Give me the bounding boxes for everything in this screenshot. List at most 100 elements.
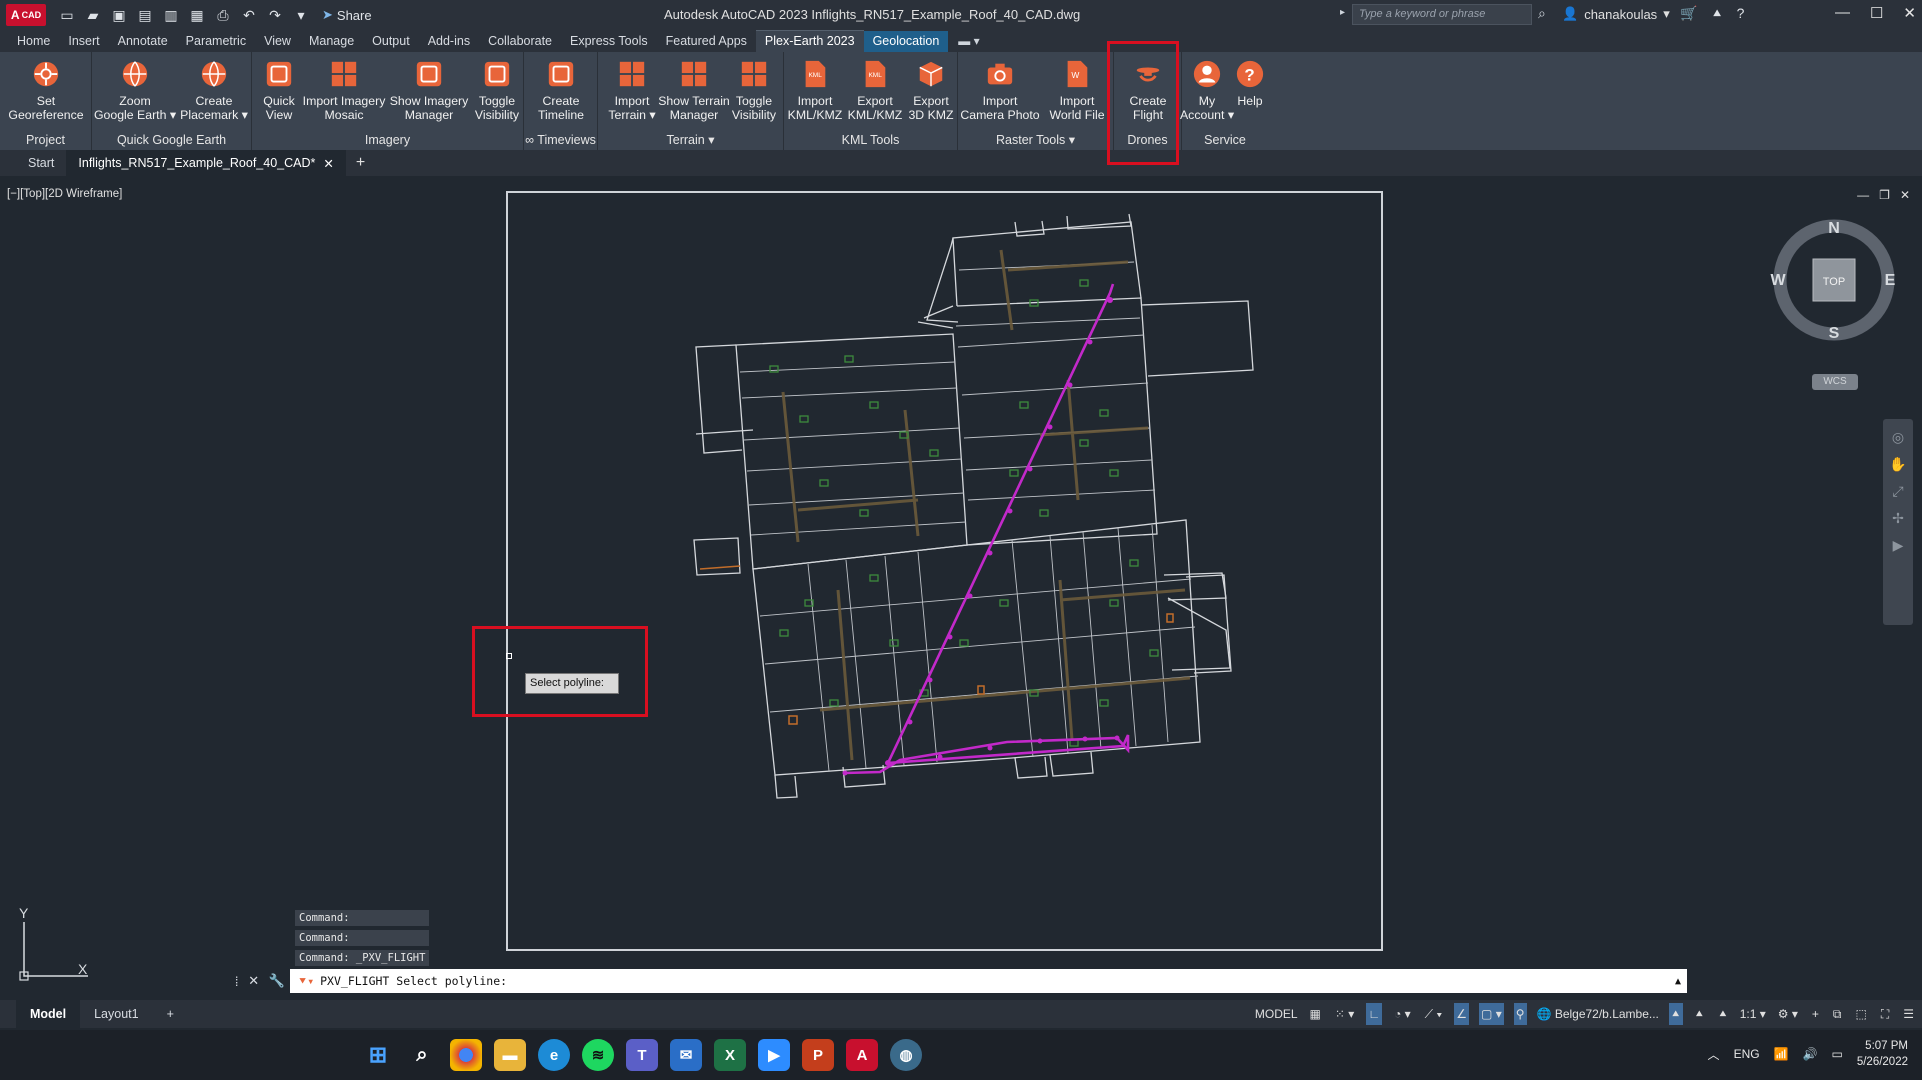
autodesk-app-icon[interactable]: ⯅ bbox=[1711, 5, 1722, 22]
language-indicator[interactable]: ENG bbox=[1734, 1047, 1760, 1061]
grid-icon[interactable]: ▦ bbox=[1308, 1003, 1323, 1025]
layout-tab-model[interactable]: Model bbox=[16, 1000, 81, 1028]
command-history-up-icon[interactable]: ▲ bbox=[1675, 976, 1681, 987]
annotation-monitor-icon[interactable]: + bbox=[1810, 1003, 1821, 1025]
open-web-icon[interactable]: ▥ bbox=[160, 4, 182, 26]
import-kml-kmz-button[interactable]: Import KML/KMZ bbox=[784, 58, 846, 122]
show-imagery-manager-button[interactable]: Show Imagery Manager bbox=[386, 58, 472, 122]
help-icon[interactable]: ? bbox=[1737, 5, 1745, 22]
ribbon-display-toggle-icon[interactable]: ▬ ▾ bbox=[958, 34, 979, 52]
layout-tab-layout1[interactable]: Layout1 bbox=[80, 1000, 152, 1028]
annotation-scale-value[interactable]: 1:1 ▾ bbox=[1740, 1007, 1766, 1021]
quick-properties-icon[interactable]: ⬚ bbox=[1853, 1003, 1868, 1025]
toggle-visibility-imagery-button[interactable]: Toggle Visibility bbox=[470, 58, 524, 122]
clean-screen-icon[interactable]: ⛶ bbox=[1879, 1003, 1891, 1025]
autocad-taskbar-icon[interactable]: A bbox=[846, 1039, 878, 1071]
customization-menu-icon[interactable]: ☰ bbox=[1901, 1003, 1916, 1025]
orbit-icon[interactable]: ✢ bbox=[1892, 510, 1904, 527]
customize-wrench-icon[interactable]: 🔧 bbox=[269, 973, 285, 989]
wcs-menu[interactable]: WCS bbox=[1812, 374, 1858, 390]
maximize-icon[interactable]: ☐ bbox=[1870, 4, 1883, 22]
viewcube[interactable]: TOP N S E W bbox=[1770, 216, 1898, 344]
annotation-scale-icon[interactable]: ⯅ bbox=[1716, 1003, 1730, 1025]
edge-icon[interactable]: e bbox=[538, 1039, 570, 1071]
save-icon[interactable]: ▣ bbox=[108, 4, 130, 26]
ortho-icon[interactable]: ∟ bbox=[1366, 1003, 1383, 1025]
tab-express-tools[interactable]: Express Tools bbox=[561, 31, 657, 52]
undo-icon[interactable]: ↶ bbox=[238, 4, 260, 26]
compass-east[interactable]: E bbox=[1885, 272, 1896, 289]
mail-icon[interactable]: ✉ bbox=[670, 1039, 702, 1071]
save-as-icon[interactable]: ▤ bbox=[134, 4, 156, 26]
file-tab-current[interactable]: Inflights_RN517_Example_Roof_40_CAD* ✕ bbox=[66, 150, 346, 176]
viewcube-face[interactable]: TOP bbox=[1823, 276, 1845, 288]
create-timeline-button[interactable]: Create Timeline bbox=[528, 58, 594, 122]
import-world-file-button[interactable]: W Import World File bbox=[1040, 58, 1114, 122]
isodraft-icon[interactable]: ⟋ ▾ bbox=[1423, 1003, 1445, 1025]
show-hidden-icons-icon[interactable]: ︿ bbox=[1708, 1046, 1720, 1063]
taskbar-search-icon[interactable]: ⌕ bbox=[406, 1039, 438, 1071]
spotify-icon[interactable]: ≋ bbox=[582, 1039, 614, 1071]
new-file-icon[interactable]: ▭ bbox=[56, 4, 78, 26]
quick-view-button[interactable]: Quick View bbox=[256, 58, 302, 122]
wifi-icon[interactable]: 📶 bbox=[1774, 1047, 1789, 1061]
showmotion-icon[interactable]: ▶ bbox=[1893, 537, 1904, 554]
panel-title-raster-tools[interactable]: Raster Tools ▾ bbox=[958, 132, 1113, 147]
import-terrain-button[interactable]: Import Terrain ▾ bbox=[602, 58, 662, 122]
export-kml-kmz-button[interactable]: Export KML/KMZ bbox=[844, 58, 906, 122]
zoom-icon[interactable]: ▶ bbox=[758, 1039, 790, 1071]
panel-title-terrain[interactable]: Terrain ▾ bbox=[598, 132, 783, 147]
plot-icon[interactable]: ⎙ bbox=[212, 4, 234, 26]
workspace-gear-icon[interactable]: ⚙ ▾ bbox=[1776, 1003, 1800, 1025]
create-placemark-button[interactable]: Create Placemark ▾ bbox=[176, 58, 252, 122]
model-space-toggle[interactable]: MODEL bbox=[1255, 1007, 1298, 1021]
units-icon[interactable]: ⧉ bbox=[1831, 1003, 1844, 1025]
minimize-icon[interactable]: — bbox=[1835, 4, 1850, 22]
redo-icon[interactable]: ↷ bbox=[264, 4, 286, 26]
tab-collaborate[interactable]: Collaborate bbox=[479, 31, 561, 52]
teams-icon[interactable]: T bbox=[626, 1039, 658, 1071]
tab-featured-apps[interactable]: Featured Apps bbox=[657, 31, 756, 52]
geolocation-marker-icon[interactable]: ⚲ bbox=[1513, 1003, 1527, 1025]
cart-icon[interactable]: 🛒 bbox=[1680, 5, 1697, 22]
show-terrain-manager-button[interactable]: Show Terrain Manager bbox=[658, 58, 730, 122]
tab-add-ins[interactable]: Add-ins bbox=[419, 31, 479, 52]
share-button[interactable]: ➤ Share bbox=[322, 7, 372, 23]
chrome-icon[interactable] bbox=[450, 1039, 482, 1071]
tab-parametric[interactable]: Parametric bbox=[177, 31, 255, 52]
tab-plex-earth[interactable]: Plex-Earth 2023 bbox=[755, 30, 864, 52]
pan-icon[interactable]: ✋ bbox=[1889, 456, 1906, 473]
volume-icon[interactable]: 🔊 bbox=[1803, 1047, 1818, 1061]
search-input[interactable]: Type a keyword or phrase bbox=[1352, 4, 1532, 25]
autocad-logo[interactable]: A CAD bbox=[6, 4, 46, 26]
annotation-visibility-icon[interactable]: ⯅ bbox=[1668, 1003, 1683, 1025]
zoom-google-earth-button[interactable]: Zoom Google Earth ▾ bbox=[94, 58, 176, 122]
clock[interactable]: 5:07 PM 5/26/2022 bbox=[1857, 1038, 1908, 1070]
command-grip-icon[interactable]: ⁞ bbox=[235, 974, 239, 989]
drawing-viewport[interactable]: [−][Top][2D Wireframe] — ❐ ✕ TOP N S E W… bbox=[0, 41, 1922, 1002]
new-tab-icon[interactable]: + bbox=[346, 154, 375, 172]
autoscale-icon[interactable]: ⯅ bbox=[1693, 1003, 1707, 1025]
toggle-visibility-terrain-button[interactable]: Toggle Visibility bbox=[726, 58, 782, 122]
polar-tracking-icon[interactable]: ◔ ▾ bbox=[1392, 1003, 1413, 1025]
windows-start-icon[interactable]: ⊞ bbox=[362, 1039, 394, 1071]
expand-search-icon[interactable]: ▸ bbox=[1340, 7, 1345, 18]
excel-icon[interactable]: X bbox=[714, 1039, 746, 1071]
file-explorer-icon[interactable]: ▬ bbox=[494, 1039, 526, 1071]
command-input[interactable]: ⯆▾ PXV_FLIGHT Select polyline: ▲ bbox=[290, 969, 1687, 993]
compass-west[interactable]: W bbox=[1770, 272, 1786, 289]
help-button[interactable]: ? Help bbox=[1232, 58, 1268, 108]
tab-insert[interactable]: Insert bbox=[59, 31, 108, 52]
import-camera-photo-button[interactable]: Import Camera Photo bbox=[958, 58, 1042, 122]
tab-manage[interactable]: Manage bbox=[300, 31, 363, 52]
my-account-button[interactable]: My Account ▾ bbox=[1180, 58, 1234, 122]
user-account-menu[interactable]: 👤 chanakoulas ▾ bbox=[1562, 6, 1670, 22]
tab-view[interactable]: View bbox=[255, 31, 300, 52]
import-imagery-mosaic-button[interactable]: Import Imagery Mosaic bbox=[300, 58, 388, 122]
snap-icon[interactable]: ⁙ ▾ bbox=[1333, 1003, 1356, 1025]
tab-output[interactable]: Output bbox=[363, 31, 419, 52]
set-georeference-button[interactable]: Set Georeference bbox=[6, 58, 86, 122]
plex-earth-icon[interactable]: ◍ bbox=[890, 1039, 922, 1071]
new-layout-icon[interactable]: + bbox=[153, 1000, 188, 1028]
close-tab-icon[interactable]: ✕ bbox=[323, 156, 333, 171]
